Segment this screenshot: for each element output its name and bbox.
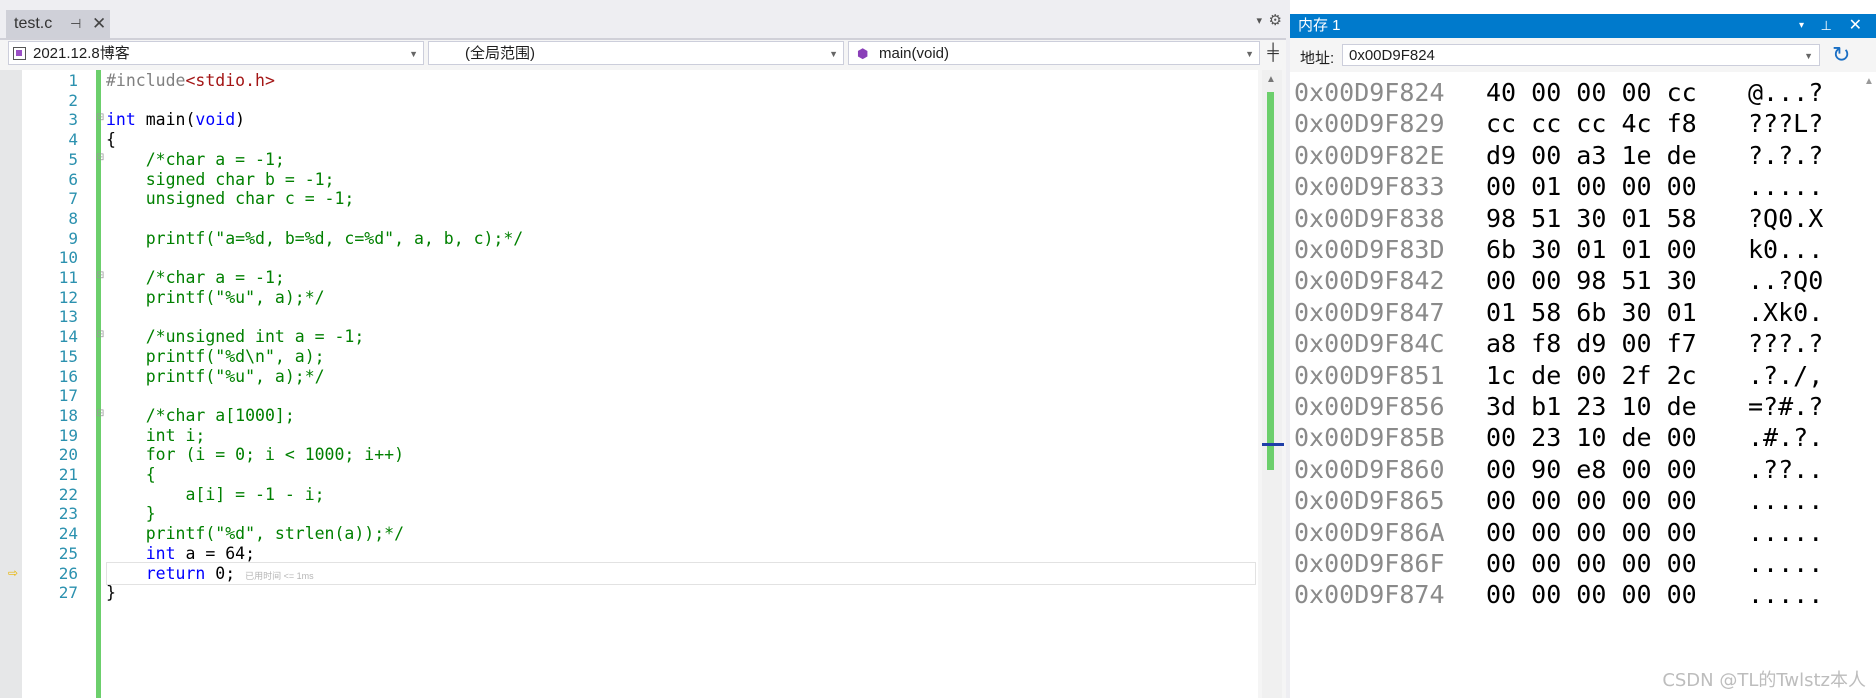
tab-list-dropdown-icon[interactable]: ▾ [1256, 14, 1262, 27]
memory-window-titlebar[interactable]: 内存 1 ▾ ⊥ ✕ [1290, 14, 1876, 38]
project-dropdown[interactable]: 2021.12.8博客 ▼ [8, 41, 424, 65]
memory-address: 0x00D9F874 [1294, 580, 1445, 610]
split-window-icon[interactable]: ╪ [1264, 41, 1282, 65]
line-number: 27 [58, 583, 78, 603]
scrollbar-caret-marker [1262, 443, 1284, 446]
memory-ascii: ..... [1748, 580, 1824, 610]
scrollbar-change-marker [1267, 92, 1274, 470]
fold-marker-icon[interactable]: ⊟ [96, 329, 104, 340]
chevron-down-icon: ▼ [829, 49, 838, 59]
tab-test-c[interactable]: test.c ⊣ ✕ [6, 10, 110, 38]
code-line[interactable]: 27} [22, 581, 1258, 605]
function-dropdown[interactable]: ⬢ main(void) ▼ [848, 41, 1260, 65]
chevron-down-icon[interactable]: ▼ [1804, 45, 1813, 67]
indicator-margin[interactable]: ⇨ [0, 70, 22, 698]
gear-icon[interactable]: ⚙ [1269, 11, 1282, 29]
chevron-down-icon: ▼ [1245, 49, 1254, 59]
document-tab-strip: test.c ⊣ ✕ ▾ ⚙ [0, 0, 1286, 40]
code-editor-pane: test.c ⊣ ✕ ▾ ⚙ 2021.12.8博客 ▼ (全局范围) ▼ ⬢ … [0, 0, 1286, 698]
address-bar: 地址: 0x00D9F824 ▼ ↻ [1290, 38, 1876, 72]
function-dropdown-label: main(void) [879, 45, 950, 62]
address-input-value: 0x00D9F824 [1349, 47, 1435, 64]
close-icon[interactable]: ✕ [1849, 14, 1862, 38]
function-cube-icon: ⬢ [857, 46, 869, 61]
fold-marker-icon[interactable]: ⊟ [96, 152, 104, 163]
navigation-bar: 2021.12.8博客 ▼ (全局范围) ▼ ⬢ main(void) ▼ ╪ [8, 41, 1279, 67]
window-position-dropdown-icon[interactable]: ▾ [1799, 14, 1804, 38]
fold-marker-icon[interactable]: ⊟ [96, 112, 104, 123]
memory-window: 内存 1 ▾ ⊥ ✕ 地址: 0x00D9F824 ▼ ↻ 0x00D9F824… [1290, 0, 1876, 698]
project-icon [13, 47, 26, 60]
watermark: CSDN @TL的Twlstz本人 [1662, 670, 1866, 691]
chevron-down-icon: ▼ [409, 49, 418, 59]
refresh-icon[interactable]: ↻ [1832, 42, 1850, 68]
scope-dropdown[interactable]: (全局范围) ▼ [428, 41, 844, 65]
address-input[interactable]: 0x00D9F824 ▼ [1342, 44, 1820, 66]
memory-vertical-scrollbar[interactable]: ▲ [1862, 72, 1876, 698]
scroll-up-icon[interactable]: ▲ [1864, 76, 1874, 87]
code-text-area[interactable]: 1 #include<stdio.h> 2 3 ⊟ int main(void) 4{5 ⊟ … [22, 70, 1258, 698]
pin-icon[interactable]: ⊥ [1821, 14, 1832, 38]
editor-vertical-scrollbar[interactable]: ▲ [1262, 70, 1284, 698]
close-icon[interactable]: ✕ [92, 10, 106, 38]
current-statement-arrow-icon: ⇨ [8, 565, 19, 580]
fold-marker-icon[interactable]: ⊟ [96, 408, 104, 419]
memory-window-title: 内存 1 [1298, 17, 1341, 34]
scope-dropdown-label: (全局范围) [465, 45, 535, 62]
address-label: 地址: [1300, 50, 1335, 67]
fold-marker-icon[interactable]: ⊟ [96, 270, 104, 281]
tab-label: test.c [14, 15, 53, 32]
pin-icon[interactable]: ⊣ [70, 10, 81, 38]
project-dropdown-label: 2021.12.8博客 [33, 45, 130, 62]
code-text: } [106, 583, 116, 603]
memory-grid[interactable]: 0x00D9F824 40 00 00 00 cc @...? 0x00D9F829 c… [1290, 72, 1862, 698]
scroll-up-icon[interactable]: ▲ [1266, 74, 1276, 85]
memory-bytes: 00 00 00 00 00 [1486, 580, 1697, 610]
